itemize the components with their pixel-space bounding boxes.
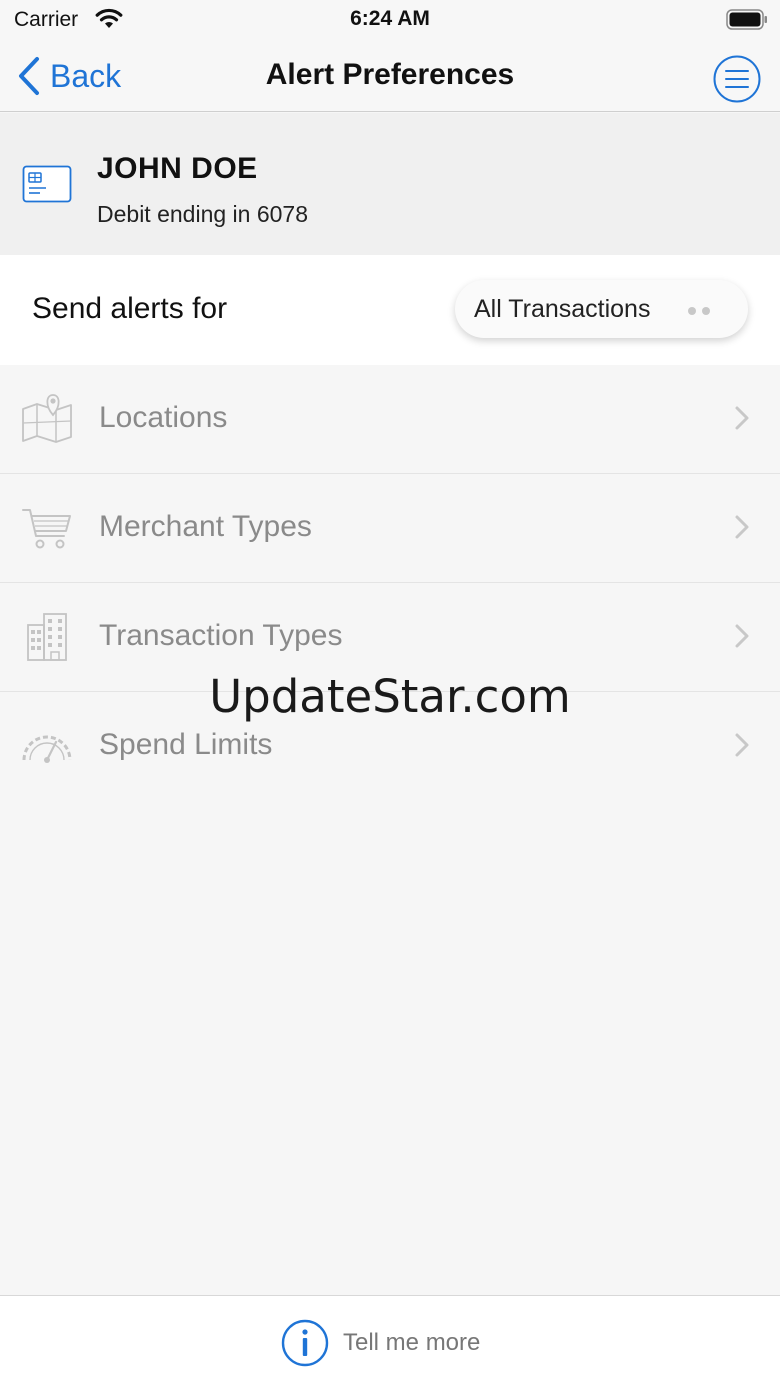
map-pin-icon xyxy=(22,394,72,443)
account-summary: JOHN DOE Debit ending in 6078 xyxy=(0,113,780,255)
list-item-label: Spend Limits xyxy=(99,728,273,761)
tell-me-more-link[interactable]: Tell me more xyxy=(281,1318,480,1368)
list-item-label: Transaction Types xyxy=(99,619,343,652)
speedometer-icon xyxy=(22,735,72,763)
list-item-label: Locations xyxy=(99,401,228,434)
list-item-locations[interactable]: Locations xyxy=(0,365,780,474)
info-icon xyxy=(281,1319,329,1367)
menu-icon[interactable] xyxy=(712,54,762,104)
account-holder-name: JOHN DOE xyxy=(97,152,258,185)
tell-me-more-label: Tell me more xyxy=(343,1329,481,1356)
account-description: Debit ending in 6078 xyxy=(97,201,308,227)
list-item-label: Merchant Types xyxy=(99,510,312,543)
chevron-right-icon xyxy=(735,624,749,648)
navigation-bar: Back Alert Preferences xyxy=(0,40,780,112)
page-title: Alert Preferences xyxy=(265,58,515,91)
alert-scope-value: All Transactions xyxy=(474,295,651,323)
list-item-merchant-types[interactable]: Merchant Types xyxy=(0,474,780,583)
battery-icon xyxy=(726,9,767,30)
chevron-right-icon xyxy=(735,733,749,757)
alert-category-list: Locations Merchant Types Transaction Typ… xyxy=(0,365,780,801)
clock: 6:24 AM xyxy=(350,7,430,30)
chevron-right-icon xyxy=(735,406,749,430)
status-bar: Carrier 6:24 AM xyxy=(0,0,780,40)
send-alerts-row: Send alerts for All Transactions xyxy=(0,255,780,365)
send-alerts-label: Send alerts for xyxy=(32,292,228,325)
watermark: UpdateStar.com xyxy=(209,670,571,723)
building-icon xyxy=(27,613,67,661)
chevron-right-icon xyxy=(735,515,749,539)
shopping-cart-icon xyxy=(22,509,71,549)
toggle-dots-icon xyxy=(688,307,710,315)
footer-bar: Tell me more xyxy=(0,1295,780,1387)
alert-scope-selector[interactable]: All Transactions xyxy=(455,280,748,338)
debit-card-icon xyxy=(22,165,72,203)
